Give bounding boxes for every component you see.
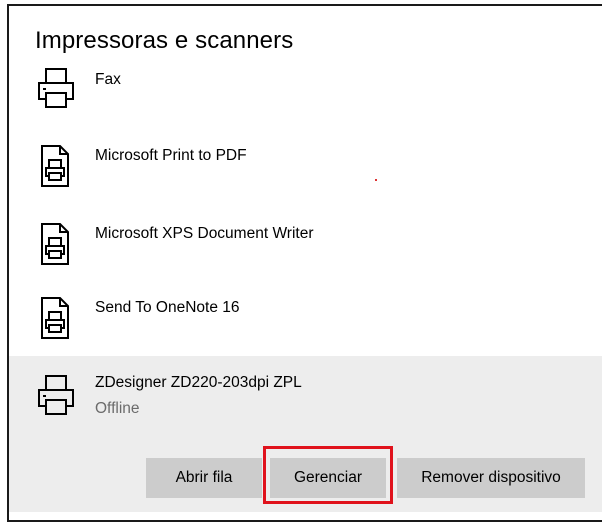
device-name: Microsoft Print to PDF [95, 147, 247, 164]
list-item-fax[interactable]: Fax [9, 64, 602, 124]
page-title: Impressoras e scanners [35, 27, 294, 54]
list-item-print-to-pdf[interactable]: Microsoft Print to PDF [9, 140, 602, 200]
device-status: Offline [95, 400, 140, 417]
remove-device-button[interactable]: Remover dispositivo [397, 458, 585, 498]
list-item-xps-writer[interactable]: Microsoft XPS Document Writer [9, 218, 602, 278]
open-queue-button[interactable]: Abrir fila [146, 458, 262, 498]
device-name: Fax [95, 71, 121, 88]
manage-button-highlight [263, 446, 393, 504]
document-printer-icon [40, 144, 70, 193]
printer-icon [37, 374, 75, 421]
device-name: Send To OneNote 16 [95, 299, 240, 316]
device-name: ZDesigner ZD220-203dpi ZPL [95, 374, 302, 391]
printer-icon [37, 67, 75, 114]
list-item-onenote[interactable]: Send To OneNote 16 [9, 292, 602, 352]
document-printer-icon [40, 222, 70, 271]
list-item-zdesigner[interactable]: ZDesigner ZD220-203dpi ZPL Offline [9, 370, 602, 430]
device-name: Microsoft XPS Document Writer [95, 225, 314, 242]
stray-dot [375, 179, 377, 181]
document-printer-icon [40, 296, 70, 345]
